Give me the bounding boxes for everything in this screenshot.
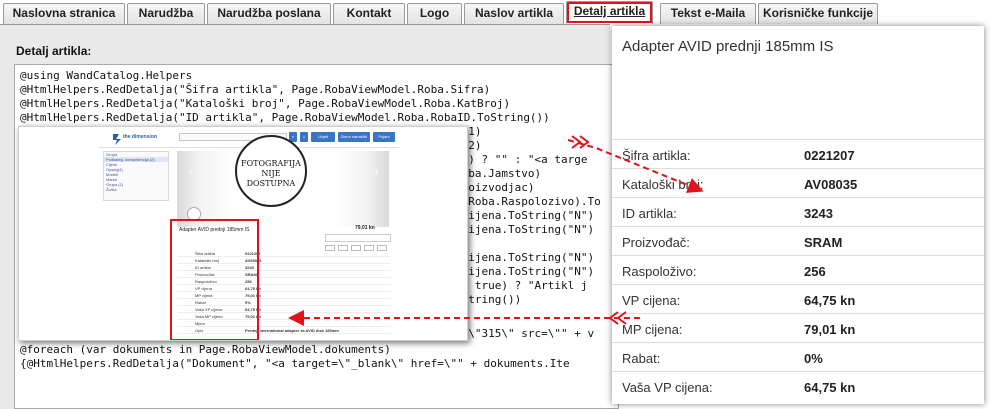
- tab-korisnicke-funkcije[interactable]: Korisničke funkcije: [758, 3, 878, 24]
- detail-row: Vaša VP cijena: 64,75 kn: [612, 371, 984, 400]
- detail-value: 256: [804, 264, 826, 279]
- home-icon: ⌂: [302, 134, 306, 139]
- detail-key: MP cijena:: [622, 322, 683, 337]
- shop-logo: the dimension: [111, 132, 157, 146]
- tab-kontakt[interactable]: Kontakt: [333, 3, 405, 24]
- code-line: {@HtmlHelpers.RedDetalja("Dokument", "<a…: [20, 357, 570, 370]
- shop-button-uvjeti[interactable]: Uvjeti: [311, 132, 335, 142]
- detail-key: ID artikla:: [622, 206, 677, 221]
- detail-value: SRAM: [804, 235, 843, 250]
- chevron-right-icon[interactable]: ›: [375, 167, 378, 178]
- code-line: PCijena.ToString("N"): [455, 265, 595, 278]
- detail-row: VP cijena: 64,75 kn: [612, 284, 984, 313]
- sidebar-item[interactable]: Žurba: [104, 187, 168, 192]
- code-line: == true) ? "Artikl j: [455, 279, 588, 292]
- code-line: @using WandCatalog.Helpers: [20, 69, 193, 82]
- detail-key: VP cijena:: [622, 293, 681, 308]
- code-line: @foreach (var dokuments in Page.RobaView…: [20, 343, 391, 356]
- tab-narudzba[interactable]: Narudžba: [127, 3, 205, 24]
- button-label: Zbirni narudžbi: [340, 134, 368, 139]
- inset-screenshot: the dimension ⌕ ⌂ Uvjeti Zbirni narudžbi…: [18, 126, 468, 341]
- detail-key: Rabat:: [622, 351, 661, 366]
- tab-narudzba-poslana[interactable]: Narudžba poslana: [207, 3, 331, 24]
- detail-value: AV08035: [804, 177, 858, 192]
- tab-tekst-emaila[interactable]: Tekst e-Maila: [660, 3, 756, 24]
- row-value: Prednji international adapter za AVID di…: [245, 328, 339, 333]
- detail-key: Kataloški broj:: [622, 177, 704, 192]
- code-line: PCijena.ToString("N"): [455, 209, 595, 222]
- detail-row: ID artikla: 3243: [612, 197, 984, 226]
- detail-value: 64,75 kn: [804, 293, 856, 308]
- detail-row: Rabat: 0%: [612, 342, 984, 371]
- photo-placeholder-text: FOTOGRAFIJA NIJE DOSTUPNA: [241, 159, 301, 188]
- code-line: @HtmlHelpers.RedDetalja("ID artikla", Pa…: [20, 111, 550, 124]
- tab-naslovna-stranica[interactable]: Naslovna stranica: [3, 3, 125, 24]
- add-to-cart-bar[interactable]: [325, 234, 391, 242]
- button-label: Pojam: [378, 134, 390, 139]
- detail-row: Šifra artikla: 0221207: [612, 139, 984, 168]
- code-line: t=\"315\" src=\"" + v: [455, 327, 595, 340]
- inset-price: 79,01 kn: [355, 225, 375, 231]
- shop-button-pojam[interactable]: Pojam: [373, 132, 395, 142]
- detail-value: 79,01 kn: [804, 322, 856, 337]
- zoom-panel: Adapter AVID prednji 185mm IS Šifra arti…: [612, 26, 984, 404]
- button-label: Uvjeti: [317, 134, 328, 139]
- shop-home-button[interactable]: ⌂: [300, 132, 308, 142]
- detail-value: 64,75 kn: [804, 380, 856, 395]
- detail-value: 3243: [804, 206, 833, 221]
- shop-button-zbirni[interactable]: Zbirni narudžbi: [338, 132, 370, 142]
- detail-value: 0221207: [804, 148, 855, 163]
- highlight-box: [170, 219, 259, 340]
- detail-key: Vaša VP cijena:: [622, 380, 713, 395]
- detail-row: Proizvođač: SRAM: [612, 226, 984, 255]
- tab-detalj-artikla[interactable]: Detalj artikla: [566, 1, 653, 24]
- code-line: @HtmlHelpers.RedDetalja("Šifra artikla",…: [20, 83, 491, 96]
- tab-naslov-artikla[interactable]: Naslov artikla: [464, 3, 564, 24]
- code-line: "") ? "" : "<a targe: [455, 153, 588, 166]
- chevron-left-icon[interactable]: ‹: [189, 167, 192, 178]
- detail-key: Šifra artikla:: [622, 148, 691, 163]
- section-label: Detalj artikla:: [16, 44, 92, 58]
- detail-key: Raspoloživo:: [622, 264, 697, 279]
- code-line: PCijena.ToString("N"): [455, 223, 595, 236]
- detail-row: MP cijena: 79,01 kn: [612, 313, 984, 342]
- logo-text: the dimension: [123, 134, 157, 140]
- product-title: Adapter AVID prednji 185mm IS: [622, 38, 834, 55]
- code-line: @HtmlHelpers.RedDetalja("Kataloški broj"…: [20, 97, 511, 110]
- tab-strip: Naslovna stranica Narudžba Narudžba posl…: [0, 0, 990, 24]
- detail-value: 0%: [804, 351, 823, 366]
- tab-logo[interactable]: Logo: [407, 3, 462, 24]
- detail-row: Kataloški broj: AV08035: [612, 168, 984, 197]
- detail-row: Raspoloživo: 256: [612, 255, 984, 284]
- code-line: PCijena.ToString("N"): [455, 251, 595, 264]
- shop-sidebar: Grupa Podkateg. kompetencija (2) Cijene …: [103, 151, 169, 201]
- detail-key: Proizvođač:: [622, 235, 690, 250]
- code-line: l.Roba.Raspolozivo).To: [455, 195, 601, 208]
